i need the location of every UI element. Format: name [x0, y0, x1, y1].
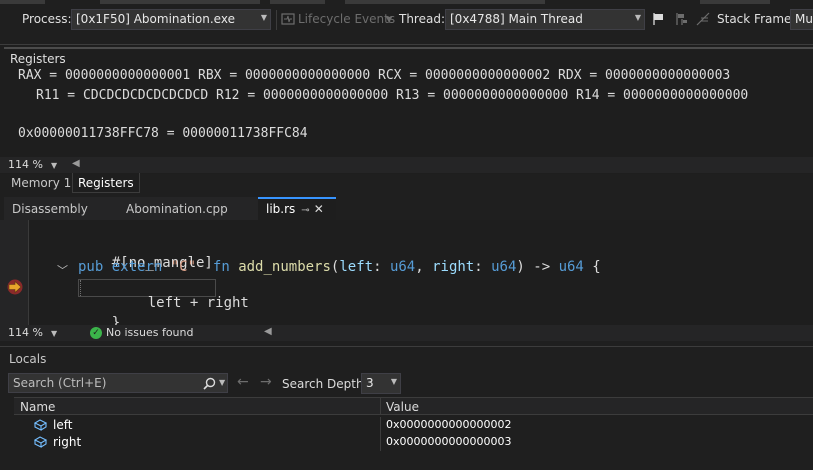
chevron-down-icon[interactable]: ▼	[219, 378, 225, 387]
lifecycle-events-icon	[281, 13, 295, 25]
thread-dropdown[interactable]: [0x4788] Main Thread ▼	[445, 9, 645, 30]
column-header-value[interactable]: Value	[386, 400, 419, 414]
lifecycle-events-button[interactable]: Lifecycle Events	[298, 12, 395, 26]
register-line-2[interactable]: R11 = CDCDCDCDCDCDCDCD R12 = 00000000000…	[36, 88, 748, 103]
code-editor[interactable]: ﹀ #[no_mangle] pub extern "C" fn add_num…	[0, 220, 813, 331]
local-name: right	[53, 435, 82, 449]
stack-frame-value: Mu	[795, 12, 813, 26]
register-effective-address[interactable]: 0x00000011738FFC78 = 00000011738FFC84	[18, 126, 308, 141]
editor-status-bar: 114 % ▼ ✓ No issues found ◀	[0, 325, 813, 341]
locals-row[interactable]: left 0x0000000000000002	[14, 417, 813, 434]
code-line-fn-signature: pub extern "C" fn add_numbers(left: u64,…	[78, 259, 601, 275]
chevron-down-icon: ▼	[634, 13, 641, 22]
chevron-down-icon: ▼	[50, 329, 58, 338]
process-dropdown[interactable]: [0x1F50] Abomination.exe ▼	[71, 9, 271, 30]
column-header-name[interactable]: Name	[20, 400, 55, 414]
locals-search-input[interactable]: Search (Ctrl+E) ▼	[8, 373, 228, 393]
scroll-left-icon[interactable]: ◀	[72, 158, 80, 169]
debug-location-toolbar: Process: [0x1F50] Abomination.exe ▼ Life…	[0, 0, 813, 40]
locals-row[interactable]: right 0x0000000000000003	[14, 434, 813, 451]
tab-lib-rs[interactable]: lib.rs ⊸ ✕	[258, 197, 336, 220]
register-line-1[interactable]: RAX = 0000000000000001 RBX = 00000000000…	[18, 68, 730, 83]
indicator-margin[interactable]	[0, 220, 28, 325]
flag-thread-icon[interactable]	[651, 12, 665, 26]
editor-zoom-control[interactable]: 114 % ▼	[8, 326, 57, 339]
process-value: [0x1F50] Abomination.exe	[76, 12, 235, 26]
chevron-down-icon: ▼	[50, 161, 58, 170]
chevron-down-icon: ▼	[390, 377, 397, 386]
close-icon[interactable]: ✕	[314, 202, 324, 216]
zoom-level: 114 %	[8, 158, 43, 171]
thread-label: Thread:	[399, 12, 446, 26]
tab-abomination-cpp[interactable]: Abomination.cpp	[118, 197, 258, 220]
locals-window: Locals Search (Ctrl+E) ▼ ← → Search Dept…	[0, 346, 813, 470]
registers-zoom-control[interactable]: 114 % ▼	[8, 158, 57, 171]
code-line-body: left + right	[147, 295, 249, 311]
search-forward-icon[interactable]: →	[260, 374, 272, 390]
collapse-chevron-icon[interactable]: ﹀	[57, 262, 68, 278]
locals-title: Locals	[9, 352, 47, 366]
thread-value: [0x4788] Main Thread	[450, 12, 583, 26]
current-statement-arrow-icon	[7, 279, 23, 295]
local-value[interactable]: 0x0000000000000002	[386, 418, 512, 431]
locals-grid-header: Name Value	[14, 397, 813, 415]
scroll-left-icon[interactable]: ◀	[264, 326, 272, 337]
pin-icon[interactable]: ⊸	[301, 205, 309, 216]
tab-disassembly[interactable]: Disassembly	[4, 197, 118, 220]
search-depth-value: 3	[366, 376, 374, 390]
no-issues-check-icon: ✓	[90, 327, 102, 339]
local-name: left	[53, 418, 73, 432]
variable-icon	[34, 436, 47, 448]
toggle-historical-icon[interactable]	[696, 12, 710, 26]
tab-memory-1[interactable]: Memory 1	[6, 173, 76, 193]
show-flagged-threads-icon[interactable]	[674, 12, 688, 26]
process-label: Process:	[22, 12, 72, 26]
search-depth-dropdown[interactable]: 3 ▼	[361, 373, 401, 394]
search-back-icon[interactable]: ←	[237, 374, 249, 390]
document-tab-bar: Disassembly Abomination.cpp lib.rs ⊸ ✕	[0, 197, 813, 220]
chevron-down-icon: ▼	[386, 15, 393, 24]
local-value[interactable]: 0x0000000000000003	[386, 435, 512, 448]
registers-zoom-bar: 114 % ▼ ◀	[0, 157, 813, 173]
stack-frame-dropdown[interactable]: Mu	[790, 9, 813, 30]
issues-status[interactable]: No issues found	[106, 326, 193, 339]
chevron-down-icon: ▼	[260, 13, 267, 22]
registers-title: Registers	[4, 47, 813, 66]
variable-icon	[34, 419, 47, 431]
stack-frame-label: Stack Frame:	[717, 12, 796, 26]
tab-registers[interactable]: Registers	[72, 173, 140, 193]
search-icon[interactable]	[203, 377, 216, 390]
toolbar-top-strip	[0, 0, 813, 4]
search-depth-label: Search Depth:	[282, 377, 368, 391]
zoom-level: 114 %	[8, 326, 43, 339]
